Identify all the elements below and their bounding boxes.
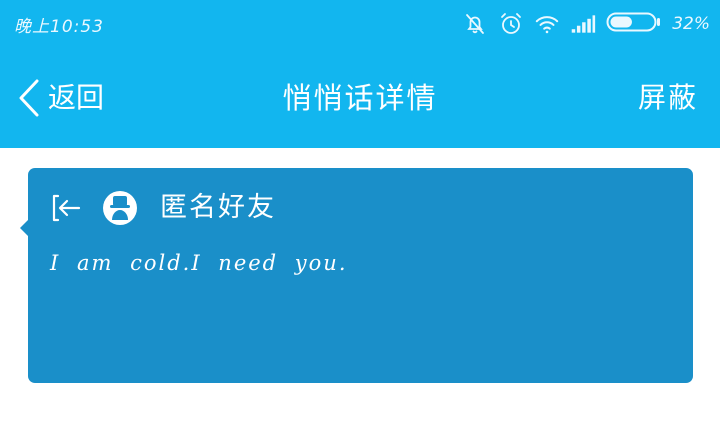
mute-bell-icon (462, 11, 488, 37)
cell-signal-icon (570, 11, 596, 37)
status-time: 晚上10:53 (14, 17, 104, 37)
page-title: 悄悄话详情 (282, 81, 438, 115)
chevron-left-icon (14, 78, 44, 118)
whisper-card: 匿名好友 I am cold.I need you. (20, 168, 693, 383)
battery-percent: 32% (672, 14, 710, 34)
alarm-clock-icon (498, 11, 524, 37)
card-pointer (20, 220, 28, 236)
back-button[interactable]: 返回 (14, 78, 104, 118)
app-root: 晚上10:53 32% 返回 悄悄话详情 屏蔽 匿名好友 I am cold.I… (0, 0, 720, 448)
card-header: 匿名好友 (48, 188, 276, 228)
back-label: 返回 (48, 81, 105, 114)
battery-icon (606, 10, 662, 38)
status-bar: 晚上10:53 32% (0, 0, 720, 48)
title-bar: 返回 悄悄话详情 屏蔽 (0, 48, 720, 148)
anonymous-avatar-icon (102, 190, 138, 226)
exit-arrow-icon[interactable] (48, 190, 84, 226)
status-icons: 32% (462, 10, 710, 38)
block-button[interactable]: 屏蔽 (638, 78, 698, 118)
battery-indicator: 32% (606, 10, 710, 38)
sender-name: 匿名好友 (160, 192, 276, 223)
message-text: I am cold.I need you. (50, 251, 348, 275)
wifi-icon (534, 11, 560, 37)
